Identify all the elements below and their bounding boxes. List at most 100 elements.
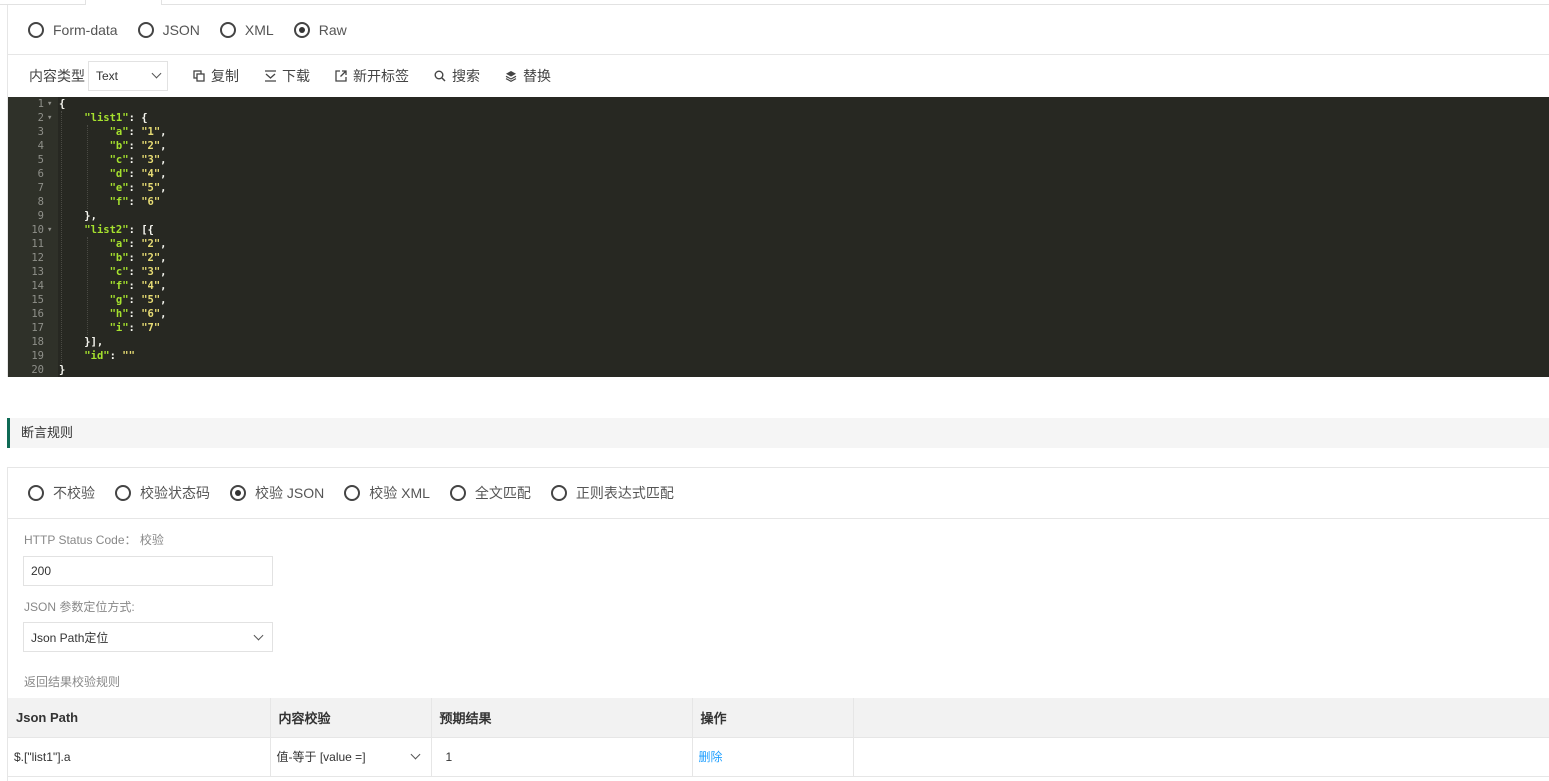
col-expected: 预期结果 (431, 698, 693, 738)
code-line[interactable]: 20} (8, 363, 1549, 377)
body-type-radio-group: Form-data JSON XML Raw (8, 5, 1549, 55)
line-number: 8 (37, 196, 44, 208)
line-number: 17 (31, 322, 44, 334)
radio-check-xml[interactable]: 校验 XML (344, 483, 430, 503)
radio-circle[interactable] (28, 21, 44, 38)
code-line[interactable]: 1 ▾ { (8, 97, 1549, 111)
radio-xml[interactable]: XML (219, 21, 274, 38)
radio-circle[interactable] (230, 485, 246, 501)
locate-method-select[interactable]: Json Path定位 (23, 622, 273, 652)
code-line[interactable]: 7 "e": "5", (8, 181, 1549, 195)
col-json-path: Json Path (8, 698, 271, 738)
line-number: 10 (31, 224, 44, 236)
radio-check-json[interactable]: 校验 JSON (230, 483, 324, 503)
content-check-value: 值-等于 [value =] (276, 750, 366, 764)
code-line[interactable]: 17 "i": "7" (8, 321, 1549, 335)
new-tab-label: 新开标签 (353, 67, 409, 84)
line-number: 20 (31, 364, 44, 376)
radio-circle[interactable] (28, 485, 44, 501)
rules-label: 返回结果校验规则 (24, 675, 121, 689)
code-line[interactable]: 14 "f": "4", (8, 279, 1549, 293)
radio-status-code[interactable]: 校验状态码 (115, 483, 210, 503)
line-number: 12 (31, 252, 44, 264)
indent-guide (61, 111, 62, 363)
code-text: "i": "7" (109, 322, 161, 334)
radio-circle[interactable] (344, 485, 361, 501)
code-editor[interactable]: 1 ▾{2 ▾ "list1": {3 "a": "1", 4 "b": "2", 5 … (8, 97, 1549, 377)
code-line[interactable]: 12 "b": "2", (8, 251, 1549, 265)
code-text: "f": "6" (109, 196, 161, 208)
download-label: 下载 (282, 67, 310, 84)
radio-circle[interactable] (137, 21, 154, 38)
radio-label: 校验状态码 (140, 485, 210, 501)
code-line[interactable]: 11 "a": "2", (8, 237, 1549, 251)
delete-link[interactable]: 删除 (699, 750, 723, 764)
radio-label: JSON (162, 21, 200, 38)
content-type-select[interactable]: Text (88, 60, 168, 91)
line-number: 15 (31, 294, 44, 306)
code-line[interactable]: 19 "id": "" (8, 349, 1549, 363)
code-line[interactable]: 6 "d": "4", (8, 167, 1549, 181)
external-link-icon (334, 69, 348, 83)
line-number: 3 (37, 126, 44, 138)
radio-label: Form-data (53, 21, 118, 38)
code-line[interactable]: 3 "a": "1", (8, 125, 1549, 139)
content-type-value: Text (96, 68, 119, 83)
indent-guide (87, 237, 88, 335)
code-line[interactable]: 8 "f": "6" (8, 195, 1549, 209)
radio-label: 不校验 (53, 485, 95, 501)
rules-table: Json Path 内容校验 预期结果 操作 $.["list1"].a 值-等… (8, 698, 1549, 777)
radio-circle[interactable] (293, 21, 310, 38)
content-check-select[interactable]: 值-等于 [value =] (277, 748, 431, 765)
radio-circle[interactable] (449, 485, 466, 501)
code-text: "d": "4", (109, 168, 167, 180)
code-text: "list1": { (84, 112, 148, 124)
assert-section-title: 断言规则 (7, 418, 1549, 448)
col-content-check: 内容校验 (270, 698, 432, 738)
table-row: $.["list1"].a 值-等于 [value =] 1 删除 (8, 737, 1549, 777)
code-line[interactable]: 5 "c": "3", (8, 153, 1549, 167)
code-line[interactable]: 15 "g": "5", (8, 293, 1549, 307)
fold-arrow-icon[interactable]: ▾ (47, 111, 52, 125)
radio-full-text[interactable]: 全文匹配 (449, 483, 531, 503)
search-button[interactable]: 搜索 (433, 66, 480, 86)
cell-action: 删除 (692, 737, 854, 777)
code-line[interactable]: 10 ▾ "list2": [{ (8, 223, 1549, 237)
code-line[interactable]: 16 "h": "6", (8, 307, 1549, 321)
radio-label: 全文匹配 (474, 485, 531, 501)
radio-circle[interactable] (550, 485, 567, 501)
radio-json[interactable]: JSON (137, 21, 200, 38)
code-line[interactable]: 18 }], (8, 335, 1549, 349)
replace-button[interactable]: 替换 (504, 66, 551, 86)
radio-raw[interactable]: Raw (293, 21, 347, 38)
fold-arrow-icon[interactable]: ▾ (47, 97, 52, 111)
code-line[interactable]: 2 ▾ "list1": { (8, 111, 1549, 125)
code-line[interactable]: 9 }, (8, 209, 1549, 223)
copy-label: 复制 (211, 67, 239, 84)
fold-arrow-icon[interactable]: ▾ (47, 223, 52, 237)
cell-filler (853, 737, 1549, 777)
code-text: }, (59, 210, 97, 222)
locate-method-value: Json Path定位 (31, 630, 109, 645)
radio-form-data[interactable]: Form-data (28, 21, 118, 38)
code-text: "id": "" (84, 350, 135, 362)
download-button[interactable]: 下载 (263, 66, 310, 86)
code-text: "list2": [{ (84, 224, 154, 236)
table-header-row: Json Path 内容校验 预期结果 操作 (8, 698, 1549, 738)
status-code-input[interactable]: 200 (23, 556, 273, 586)
code-line[interactable]: 13 "c": "3", (8, 265, 1549, 279)
radio-circle[interactable] (219, 21, 236, 38)
code-text: "h": "6", (109, 308, 167, 320)
new-tab-button[interactable]: 新开标签 (334, 66, 409, 86)
code-line[interactable]: 4 "b": "2", (8, 139, 1549, 153)
cell-content-check[interactable]: 值-等于 [value =] (270, 737, 432, 777)
search-label: 搜索 (452, 67, 480, 84)
code-text: "f": "4", (109, 280, 167, 292)
cell-expected[interactable]: 1 (431, 737, 693, 777)
radio-regex[interactable]: 正则表达式匹配 (550, 483, 674, 503)
radio-no-check[interactable]: 不校验 (28, 483, 95, 503)
radio-circle[interactable] (115, 485, 131, 501)
editor-toolbar: 内容类型 Text 复制 下载 新开标签 搜索 替换 (8, 55, 1549, 96)
copy-button[interactable]: 复制 (192, 66, 239, 86)
cell-json-path[interactable]: $.["list1"].a (8, 737, 271, 777)
